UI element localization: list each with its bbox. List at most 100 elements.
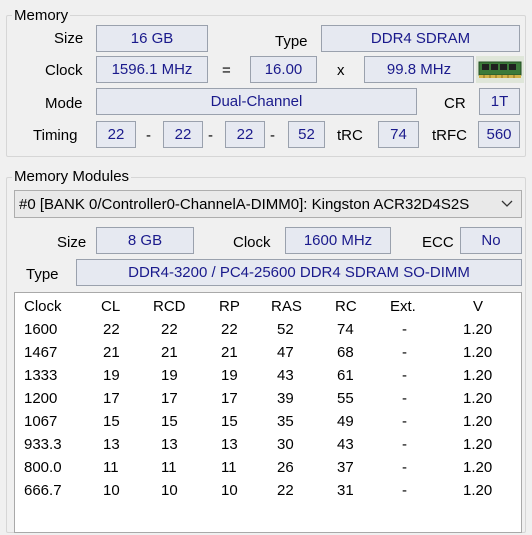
table-cell-rc: 49 (337, 413, 354, 430)
multiply-times-sign: x (337, 62, 345, 79)
memory-mode-label: Mode (45, 95, 83, 112)
module-ecc-field: No (460, 227, 522, 254)
table-cell-ext: - (402, 390, 407, 407)
timing-dash: - (146, 127, 151, 144)
table-cell-ras: 52 (277, 321, 294, 338)
timing-ras-field: 52 (288, 121, 325, 148)
table-cell-ext: - (402, 413, 407, 430)
memory-size-label: Size (54, 30, 84, 47)
timing-dash: - (270, 127, 275, 144)
table-cell-voltage: 1.20 (463, 482, 493, 499)
table-header-row: Clock CL RCD RP RAS RC Ext. V (15, 296, 521, 319)
timing-cl-field: 22 (96, 121, 136, 148)
table-cell-clock: 933.3 (24, 436, 62, 453)
chevron-down-icon[interactable] (493, 191, 521, 217)
table-cell-rcd: 17 (161, 390, 178, 407)
memory-cr-label: CR (444, 95, 466, 112)
table-cell-rp: 13 (221, 436, 238, 453)
table-cell-ras: 39 (277, 390, 294, 407)
module-type-label: Type (26, 266, 59, 283)
table-cell-voltage: 1.20 (463, 390, 493, 407)
table-cell-voltage: 1.20 (463, 344, 493, 361)
memory-mode-field: Dual-Channel (96, 88, 417, 115)
timing-dash: - (208, 127, 213, 144)
table-cell-voltage: 1.20 (463, 459, 493, 476)
memory-clock-label: Clock (45, 62, 83, 79)
table-cell-rcd: 15 (161, 413, 178, 430)
table-header-cell: RC (335, 298, 357, 315)
table-cell-rp: 22 (221, 321, 238, 338)
table-header-cell: Clock (24, 298, 62, 315)
memory-clock-field: 1596.1 MHz (96, 56, 208, 83)
memory-trc-field: 74 (378, 121, 419, 148)
table-cell-ext: - (402, 367, 407, 384)
table-cell-ras: 22 (277, 482, 294, 499)
module-ecc-label: ECC (422, 234, 454, 251)
table-cell-clock: 1600 (24, 321, 58, 338)
table-header-cell: RCD (153, 298, 186, 315)
table-cell-rcd: 13 (161, 436, 178, 453)
table-cell-rc: 61 (337, 367, 354, 384)
module-type-field: DDR4-3200 / PC4-25600 DDR4 SDRAM SO-DIMM (76, 259, 522, 286)
table-row[interactable]: 1200 17 17 17 39 55 - 1.20 (15, 388, 521, 411)
memory-type-field: DDR4 SDRAM (321, 25, 520, 52)
table-cell-cl: 10 (103, 482, 120, 499)
table-cell-ras: 47 (277, 344, 294, 361)
module-clock-field: 1600 MHz (285, 227, 391, 254)
table-row[interactable]: 800.0 11 11 11 26 37 - 1.20 (15, 457, 521, 480)
table-cell-ras: 35 (277, 413, 294, 430)
memory-trc-label: tRC (337, 127, 363, 144)
table-row[interactable]: 1067 15 15 15 35 49 - 1.20 (15, 411, 521, 434)
memory-size-field: 16 GB (96, 25, 208, 52)
table-cell-rp: 11 (221, 459, 237, 476)
table-cell-clock: 1333 (24, 367, 58, 384)
module-size-field: 8 GB (96, 227, 194, 254)
table-cell-voltage: 1.20 (463, 436, 493, 453)
table-cell-rcd: 22 (161, 321, 178, 338)
table-row[interactable]: 1333 19 19 19 43 61 - 1.20 (15, 365, 521, 388)
table-cell-ext: - (402, 482, 407, 499)
table-cell-voltage: 1.20 (463, 413, 493, 430)
table-cell-rp: 10 (221, 482, 238, 499)
table-cell-rcd: 11 (161, 459, 177, 476)
table-row[interactable]: 666.7 10 10 10 22 31 - 1.20 (15, 480, 521, 503)
table-cell-rp: 21 (221, 344, 238, 361)
table-cell-rp: 15 (221, 413, 238, 430)
module-clock-label: Clock (233, 234, 271, 251)
table-cell-cl: 11 (103, 459, 119, 476)
module-select-dropdown[interactable]: #0 [BANK 0/Controller0-ChannelA-DIMM0]: … (14, 190, 522, 218)
memory-type-label: Type (275, 33, 308, 50)
ram-module-icon (476, 56, 524, 83)
table-cell-ras: 26 (277, 459, 294, 476)
table-cell-rp: 17 (221, 390, 238, 407)
table-row[interactable]: 1467 21 21 21 47 68 - 1.20 (15, 342, 521, 365)
memory-cr-field: 1T (479, 88, 520, 115)
table-cell-ras: 30 (277, 436, 294, 453)
table-cell-rcd: 21 (161, 344, 178, 361)
memory-modules-group-title: Memory Modules (12, 168, 132, 186)
table-cell-cl: 17 (103, 390, 120, 407)
timing-rp-field: 22 (225, 121, 265, 148)
table-cell-ext: - (402, 321, 407, 338)
memory-group-title: Memory (12, 7, 71, 25)
memory-multiplier-field: 16.00 (250, 56, 317, 83)
table-cell-clock: 666.7 (24, 482, 62, 499)
table-header-cell: CL (101, 298, 121, 315)
table-header-cell: V (473, 298, 484, 315)
memory-timing-label: Timing (33, 127, 78, 144)
table-cell-rc: 31 (337, 482, 354, 499)
table-row[interactable]: 933.3 13 13 13 30 43 - 1.20 (15, 434, 521, 457)
table-cell-cl: 22 (103, 321, 120, 338)
table-header-cell: RAS (271, 298, 302, 315)
table-cell-ext: - (402, 459, 407, 476)
module-select-value: #0 [BANK 0/Controller0-ChannelA-DIMM0]: … (19, 195, 470, 213)
table-cell-clock: 1067 (24, 413, 58, 430)
table-cell-rc: 68 (337, 344, 354, 361)
table-cell-rc: 55 (337, 390, 354, 407)
timing-table[interactable]: Clock CL RCD RP RAS RC Ext. V 1600 22 22 22… (14, 292, 522, 533)
table-cell-ras: 43 (277, 367, 294, 384)
memory-bus-field: 99.8 MHz (364, 56, 474, 83)
table-cell-cl: 15 (103, 413, 120, 430)
table-cell-cl: 13 (103, 436, 120, 453)
table-row[interactable]: 1600 22 22 22 52 74 - 1.20 (15, 319, 521, 342)
